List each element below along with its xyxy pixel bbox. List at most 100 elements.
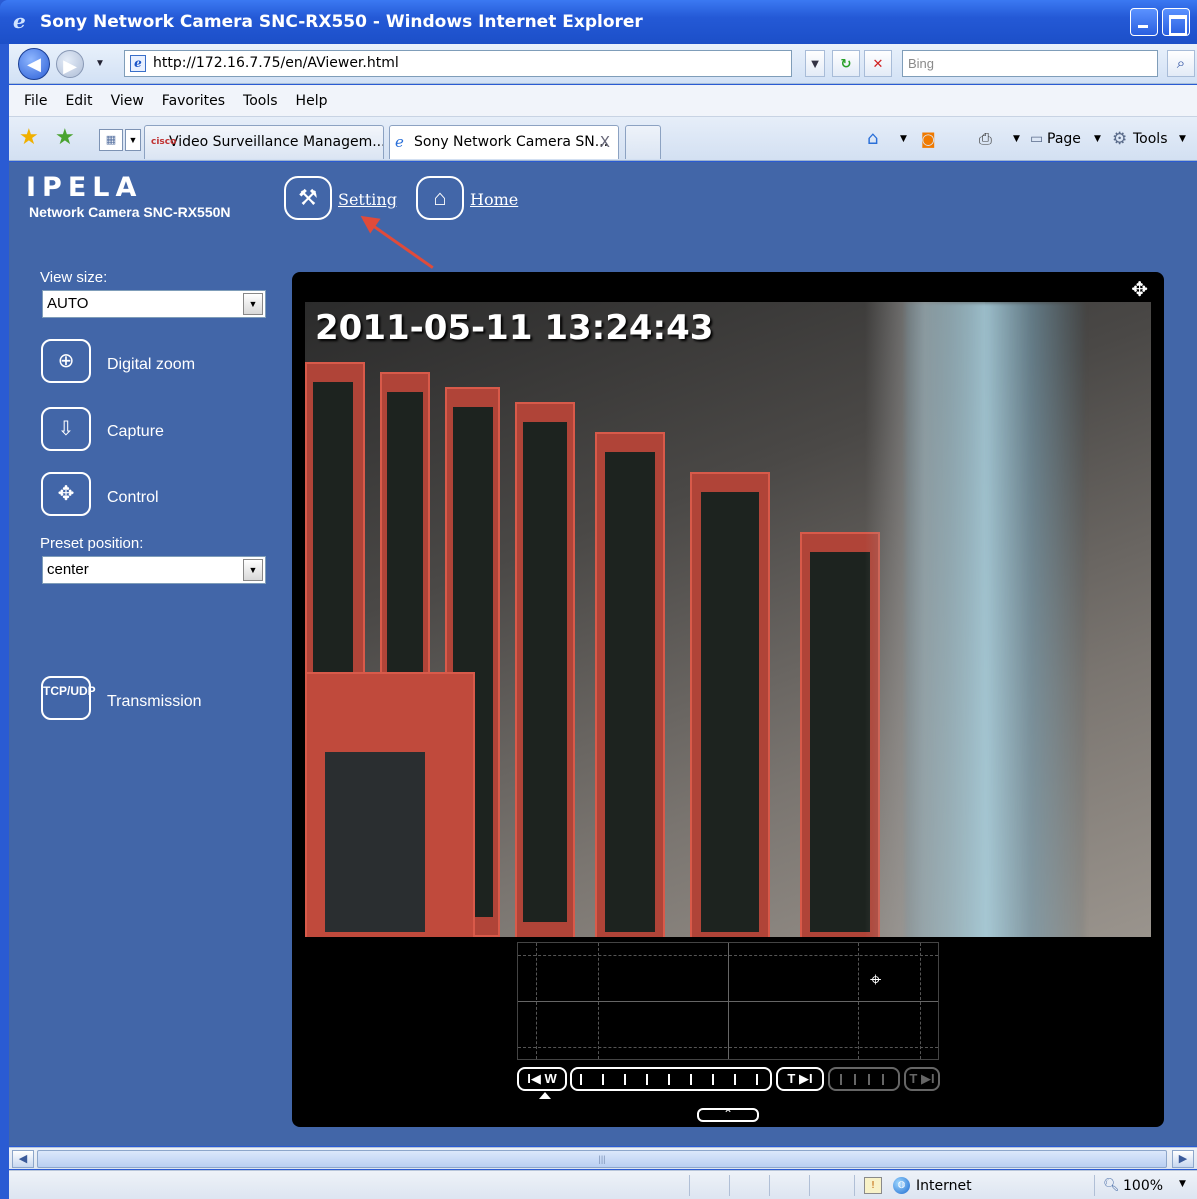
favorites-star-icon[interactable]: ★	[19, 126, 39, 148]
title-bar: e Sony Network Camera SNC-RX550 - Window…	[0, 0, 1197, 44]
zoom-level[interactable]: 100%	[1123, 1177, 1163, 1195]
tab-sony-camera[interactable]: e Sony Network Camera SN... X	[389, 125, 619, 159]
tab-video-surveillance[interactable]: cisco Video Surveillance Managem...	[144, 125, 384, 159]
zoom-tick	[840, 1074, 842, 1085]
close-tab-icon[interactable]: X	[600, 126, 610, 158]
scroll-left-icon[interactable]: ◀	[12, 1150, 34, 1168]
setting-link[interactable]: Setting	[338, 190, 397, 210]
digital-zoom-icon[interactable]: ⊕	[41, 339, 91, 383]
camera-model: Network Camera SNC-RX550N	[29, 204, 231, 220]
view-size-select[interactable]: AUTO ▼	[42, 290, 266, 318]
home-icon[interactable]: ⌂	[416, 176, 464, 220]
capture-label[interactable]: Capture	[107, 422, 164, 442]
page-dropdown-icon[interactable]: ▼	[1094, 127, 1101, 151]
zoom-tick	[734, 1074, 736, 1085]
back-arrow-icon: ◀	[27, 54, 41, 74]
status-divider	[769, 1175, 770, 1196]
new-tab-button[interactable]	[625, 125, 661, 159]
navigation-bar: ◀ ▶ ▼ e http://172.16.7.75/en/AViewer.ht…	[9, 44, 1197, 84]
video-viewer: ✥ 2011-05-11 13:24:43 ⌖ I◀ W T ▶I T ▶I ⌃	[292, 272, 1164, 1127]
protected-mode-icon[interactable]: !	[864, 1177, 882, 1194]
transmission-icon[interactable]: TCP/UDP	[41, 676, 96, 720]
search-icon[interactable]: ⌕	[1167, 50, 1195, 77]
zoom-tele-button[interactable]: T ▶I	[776, 1067, 824, 1091]
back-button[interactable]: ◀	[18, 48, 50, 80]
move-icon[interactable]: ✥	[1131, 280, 1148, 300]
home-dropdown-icon[interactable]: ▼	[900, 127, 907, 151]
server-rack-interior	[701, 492, 759, 932]
preset-position-select[interactable]: center ▼	[42, 556, 266, 584]
forward-button[interactable]: ▶	[56, 50, 84, 78]
chevron-down-icon[interactable]: ▼	[243, 293, 263, 315]
setting-icon[interactable]: ⚒	[284, 176, 332, 220]
zoom-tick	[646, 1074, 648, 1085]
video-timestamp: 2011-05-11 13:24:43	[315, 308, 714, 348]
add-favorites-icon[interactable]: ★	[55, 126, 75, 148]
stop-button[interactable]: ✕	[864, 50, 892, 77]
maximize-button[interactable]	[1162, 8, 1190, 36]
print-icon[interactable]: ⎙	[979, 127, 992, 151]
home-link[interactable]: Home	[470, 190, 518, 210]
tab-list-dropdown-icon[interactable]: ▼	[125, 129, 141, 151]
grid-line	[728, 943, 729, 1059]
menu-tools[interactable]: Tools	[243, 93, 278, 109]
light-glare	[905, 302, 1085, 937]
camera-viewer-page: IPELA Network Camera SNC-RX550N ⚒ Settin…	[9, 162, 1197, 1146]
menu-file[interactable]: File	[24, 93, 47, 109]
control-label[interactable]: Control	[107, 488, 159, 508]
view-size-value: AUTO	[47, 295, 89, 312]
address-input[interactable]: e http://172.16.7.75/en/AViewer.html	[124, 50, 792, 77]
status-bar: ! ◍ Internet 🔍︎ 100% ▼	[9, 1170, 1197, 1199]
page-icon: e	[130, 55, 146, 72]
zoom-magnifier-icon: 🔍︎	[1103, 1178, 1120, 1193]
quick-tabs-icon[interactable]: ▦	[99, 129, 123, 151]
digital-zoom-label[interactable]: Digital zoom	[107, 355, 195, 375]
expand-panel-button[interactable]: ⌃	[697, 1108, 759, 1122]
feeds-icon[interactable]: ◙	[921, 127, 936, 151]
digital-tele-button: T ▶I	[904, 1067, 940, 1091]
recent-pages-dropdown-icon[interactable]: ▼	[95, 58, 105, 69]
page-menu-button[interactable]: Page	[1047, 127, 1081, 151]
camera-image[interactable]: 2011-05-11 13:24:43	[305, 302, 1151, 937]
browser-window: e Sony Network Camera SNC-RX550 - Window…	[0, 0, 1197, 1199]
print-dropdown-icon[interactable]: ▼	[1013, 127, 1020, 151]
zoom-tick	[854, 1074, 856, 1085]
chevron-down-icon[interactable]: ▼	[243, 559, 263, 581]
status-divider	[689, 1175, 690, 1196]
transmission-label[interactable]: Transmission	[107, 692, 202, 712]
zoom-position-indicator	[539, 1092, 551, 1099]
digital-zoom-slider	[828, 1067, 900, 1091]
menu-edit[interactable]: Edit	[65, 93, 92, 109]
tools-menu-button[interactable]: Tools	[1133, 127, 1168, 151]
zoom-slider[interactable]	[570, 1067, 772, 1091]
tools-dropdown-icon[interactable]: ▼	[1179, 127, 1186, 151]
status-divider	[854, 1175, 855, 1196]
menu-view[interactable]: View	[111, 93, 144, 109]
window-title: Sony Network Camera SNC-RX550 - Windows …	[40, 12, 643, 32]
menu-favorites[interactable]: Favorites	[162, 93, 225, 109]
menu-help[interactable]: Help	[296, 93, 328, 109]
zoom-dropdown-icon[interactable]: ▼	[1179, 1179, 1186, 1189]
status-divider	[1094, 1175, 1095, 1196]
horizontal-scrollbar[interactable]: ◀ ||| ▶	[9, 1147, 1197, 1169]
capture-icon[interactable]: ⇩	[41, 407, 91, 451]
zoom-wide-button[interactable]: I◀ W	[517, 1067, 567, 1091]
scroll-right-icon[interactable]: ▶	[1172, 1150, 1194, 1168]
tab-label: Video Surveillance Managem...	[169, 134, 384, 150]
scrollbar-thumb[interactable]: |||	[37, 1150, 1167, 1168]
menu-bar: File Edit View Favorites Tools Help	[9, 85, 1197, 117]
search-input[interactable]: Bing	[902, 50, 1158, 77]
grid-line	[920, 943, 921, 1059]
zoom-tick	[624, 1074, 626, 1085]
zoom-tick	[868, 1074, 870, 1085]
home-icon[interactable]: ⌂	[867, 127, 878, 151]
zoom-tick	[756, 1074, 758, 1085]
pan-tilt-control-pad[interactable]: ⌖	[517, 942, 939, 1060]
address-dropdown-button[interactable]: ▼	[805, 50, 825, 77]
tab-bar: ★ ★ ▦ ▼ cisco Video Surveillance Managem…	[9, 117, 1197, 161]
zoom-tick	[602, 1074, 604, 1085]
minimize-button[interactable]	[1130, 8, 1158, 36]
control-icon[interactable]: ✥	[41, 472, 91, 516]
grid-line	[536, 943, 537, 1059]
refresh-button[interactable]: ↻	[832, 50, 860, 77]
